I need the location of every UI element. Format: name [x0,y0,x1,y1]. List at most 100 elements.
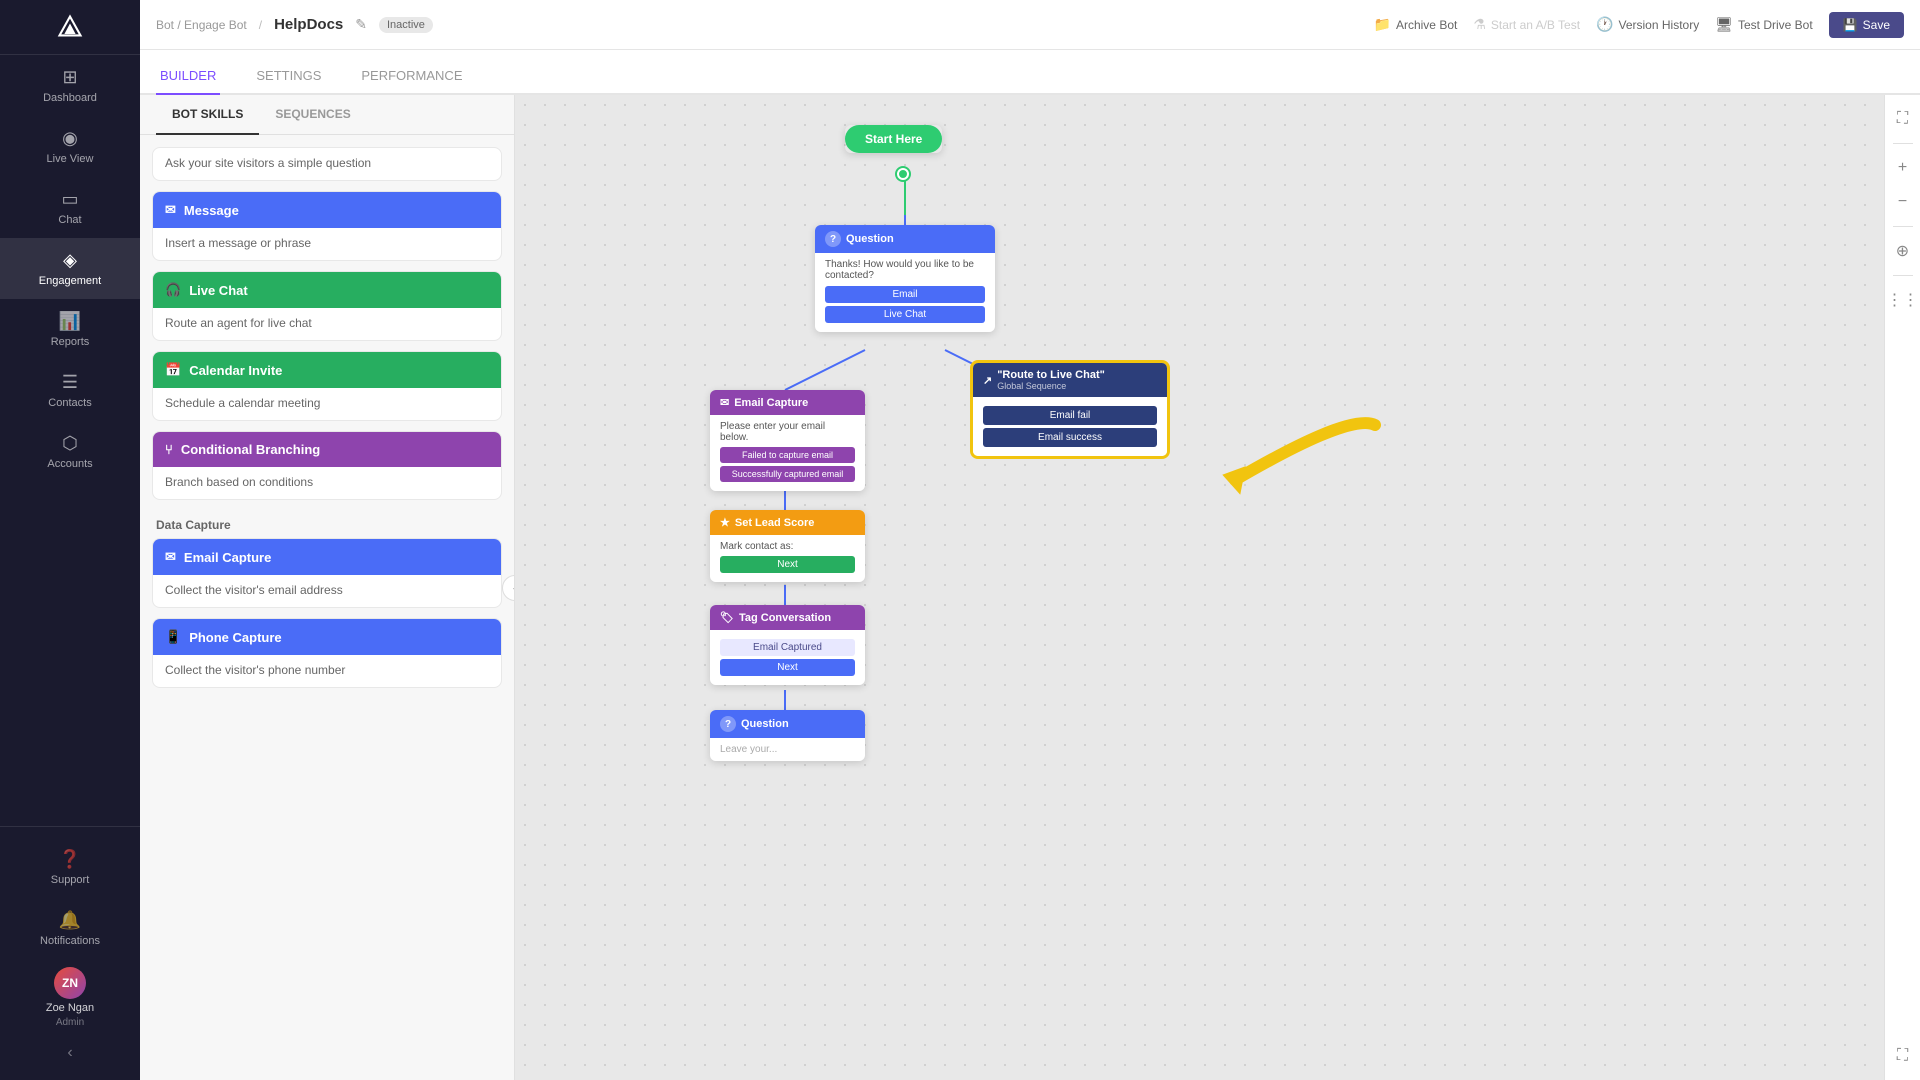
email-capture-skill-icon: ✉ [165,549,176,565]
skill-card-body: Insert a message or phrase [153,228,501,260]
skill-card-body: Schedule a calendar meeting [153,388,501,420]
skill-card-phone-capture[interactable]: 📱 Phone Capture Collect the visitor's ph… [152,618,502,688]
route-email-success-btn[interactable]: Email success [983,428,1157,447]
avatar: ZN [54,967,86,999]
tab-bar: BUILDER SETTINGS PERFORMANCE [140,50,1920,95]
skill-card-question[interactable]: Ask your site visitors a simple question [152,147,502,181]
sidebar-item-engagement[interactable]: ◈ Engagement [0,238,140,299]
collapse-sidebar-button[interactable]: ‹ [59,1036,80,1070]
set-lead-score-node[interactable]: ★ Set Lead Score Mark contact as: Next [710,510,865,582]
email-success-option[interactable]: Successfully captured email [720,466,855,482]
skill-body-text: Schedule a calendar meeting [165,396,320,410]
bottom-left-fullscreen-button[interactable]: ⛶ [1889,1042,1917,1070]
question-option-email[interactable]: Email [825,286,985,303]
skill-card-conditional-branching[interactable]: ⑂ Conditional Branching Branch based on … [152,431,502,500]
email-capture-node-icon: ✉ [720,396,729,409]
notifications-icon: 🔔 [59,910,81,931]
question-2-node[interactable]: ? Question Leave your... [710,710,865,761]
start-connector [897,168,909,180]
status-badge: Inactive [379,17,433,33]
app-logo[interactable] [0,0,140,55]
tag-title: Tag Conversation [739,612,831,624]
arrow-annotation [1175,405,1395,528]
fit-button[interactable]: ⊕ [1889,237,1917,265]
email-capture-node-title: Email Capture [734,397,808,409]
tag-next-btn[interactable]: Next [720,659,855,676]
zoom-out-button[interactable]: − [1889,188,1917,216]
username: Zoe Ngan [46,1002,94,1014]
sidebar-item-reports[interactable]: 📊 Reports [0,299,140,360]
skill-card-body: Ask your site visitors a simple question [153,148,501,180]
ab-test-icon: ⚗ [1473,16,1486,33]
route-title: "Route to Live Chat" [997,369,1105,381]
sidebar-item-live-view[interactable]: ◉ Live View [0,116,140,177]
route-email-fail-btn[interactable]: Email fail [983,406,1157,425]
panel-tab-bot-skills[interactable]: BOT SKILLS [156,95,259,135]
data-capture-section-label: Data Capture [152,510,502,538]
sidebar-item-label: Chat [58,214,81,226]
sidebar-item-support[interactable]: ❓ Support [0,837,140,898]
skill-card-header: 🎧 Live Chat [153,272,501,308]
phone-capture-skill-icon: 📱 [165,629,181,645]
sidebar-item-contacts[interactable]: ☰ Contacts [0,360,140,421]
skill-card-calendar-invite[interactable]: 📅 Calendar Invite Schedule a calendar me… [152,351,502,421]
skill-card-email-capture[interactable]: ✉ Email Capture Collect the visitor's em… [152,538,502,608]
archive-bot-button[interactable]: 📁 Archive Bot [1374,16,1458,33]
skill-card-header: ⑂ Conditional Branching [153,432,501,467]
sidebar-item-notifications[interactable]: 🔔 Notifications [0,898,140,959]
email-captured-tag[interactable]: Email Captured [720,639,855,656]
question-node-body: Thanks! How would you like to be contact… [815,253,995,332]
skill-card-live-chat[interactable]: 🎧 Live Chat Route an agent for live chat [152,271,502,341]
fullscreen-button[interactable]: ⛶ [1889,105,1917,133]
tag-conversation-node[interactable]: 🏷 Tag Conversation Email Captured Next [710,605,865,685]
question-2-header: ? Question [710,710,865,738]
skill-header-label: Phone Capture [189,630,281,645]
tab-performance[interactable]: PERFORMANCE [357,58,466,95]
tab-settings[interactable]: SETTINGS [252,58,325,95]
question-node-icon: ? [825,231,841,247]
skill-body-text: Ask your site visitors a simple question [165,156,371,170]
start-node[interactable]: Start Here [845,125,942,153]
skill-card-header: 📱 Phone Capture [153,619,501,655]
sidebar-item-accounts[interactable]: ⬡ Accounts [0,421,140,482]
skill-header-label: Live Chat [189,283,248,298]
route-icon: ↗ [983,374,992,387]
sidebar-item-chat[interactable]: ▭ Chat [0,177,140,238]
topbar: Bot / Engage Bot / HelpDocs ✎ Inactive 📁… [140,0,1920,50]
sidebar-item-label: Contacts [48,397,91,409]
test-drive-icon: 🖥 [1715,16,1733,33]
grid-button[interactable]: ⋮⋮ [1889,286,1917,314]
version-history-button[interactable]: 🕐 Version History [1596,16,1699,33]
lead-score-body-text: Mark contact as: [720,541,855,552]
archive-label: Archive Bot [1396,18,1457,32]
skill-card-message[interactable]: ✉ Message Insert a message or phrase [152,191,502,261]
question-node[interactable]: ? Question Thanks! How would you like to… [815,225,995,332]
route-live-chat-node[interactable]: ↗ "Route to Live Chat" Global Sequence E… [970,360,1170,459]
flow-canvas[interactable]: Start Here ? Question Thanks! How would … [515,95,1884,1080]
test-drive-button[interactable]: 🖥 Test Drive Bot [1715,16,1812,33]
tab-builder[interactable]: BUILDER [156,58,220,95]
panel-tab-sequences[interactable]: SEQUENCES [259,95,366,135]
save-button[interactable]: 💾 Save [1829,12,1904,38]
contacts-icon: ☰ [62,372,78,393]
edit-title-icon[interactable]: ✎ [355,16,367,33]
email-fail-option[interactable]: Failed to capture email [720,447,855,463]
question-option-live-chat[interactable]: Live Chat [825,306,985,323]
sidebar-item-dashboard[interactable]: ⊞ Dashboard [0,55,140,116]
conditional-skill-icon: ⑂ [165,442,173,457]
zoom-in-button[interactable]: + [1889,154,1917,182]
lead-score-next-btn[interactable]: Next [720,556,855,573]
tag-icon: 🏷 [720,611,734,624]
email-capture-node[interactable]: ✉ Email Capture Please enter your email … [710,390,865,491]
calendar-skill-icon: 📅 [165,362,181,378]
ab-test-button[interactable]: ⚗ Start an A/B Test [1473,16,1580,33]
skill-card-header: ✉ Message [153,192,501,228]
support-icon: ❓ [59,849,81,870]
sidebar-user[interactable]: ZN Zoe Ngan Admin [0,959,140,1036]
sidebar-nav: ⊞ Dashboard ◉ Live View ▭ Chat ◈ Engagem… [0,55,140,826]
sidebar-item-label: Engagement [39,275,101,287]
set-lead-score-header: ★ Set Lead Score [710,510,865,535]
sidebar-item-label: Reports [51,336,90,348]
user-role: Admin [56,1017,84,1028]
question-2-body: Leave your... [710,738,865,761]
